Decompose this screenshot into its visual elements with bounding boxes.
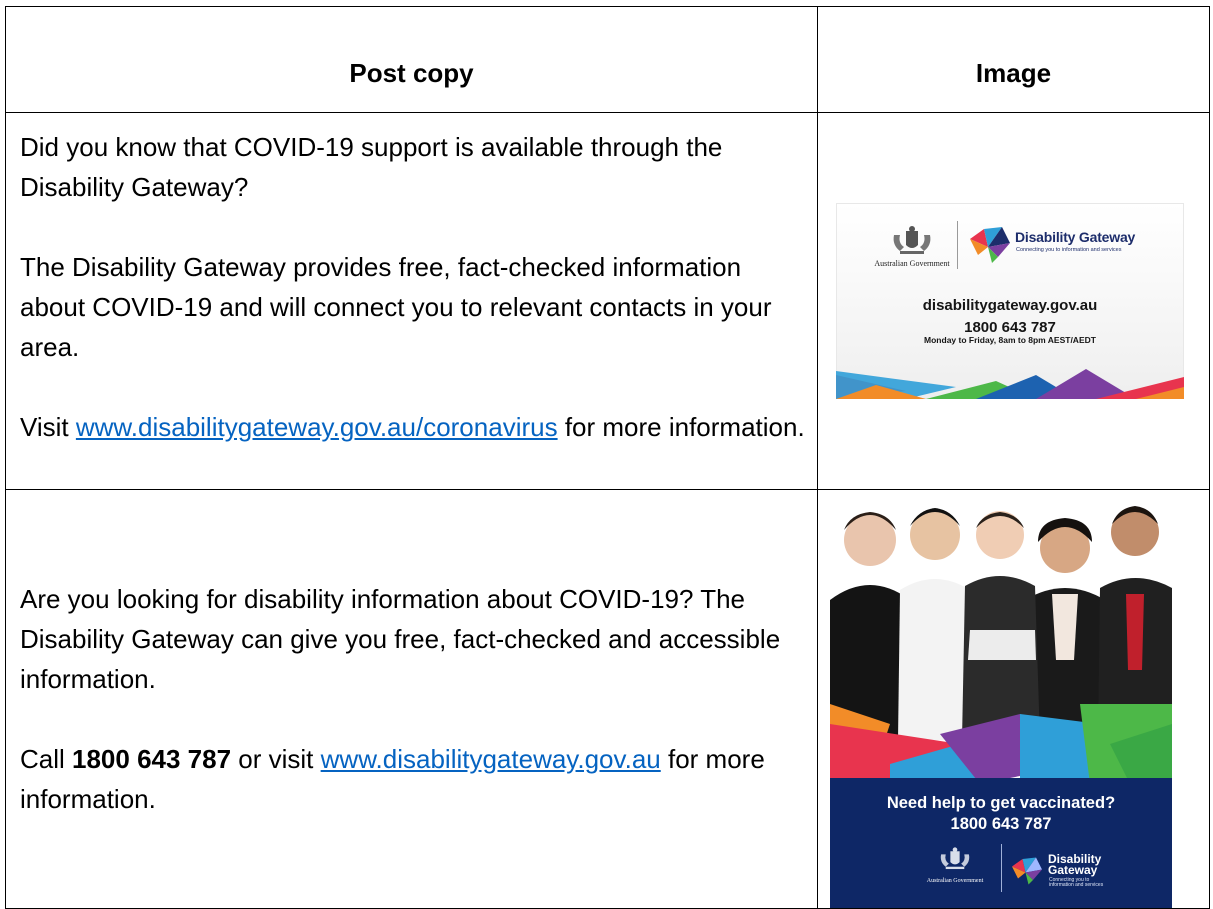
coat-of-arms-icon xyxy=(940,847,970,870)
call-text: Call xyxy=(20,744,73,774)
gov-label: Australian Government xyxy=(874,259,950,268)
banner-hours: Monday to Friday, 8am to 8pm AEST/AEDT xyxy=(924,335,1096,345)
disability-gateway-mark-icon xyxy=(1012,857,1042,885)
banner-url: disabilitygateway.gov.au xyxy=(922,297,1098,314)
coronavirus-link[interactable]: www.disabilitygateway.gov.au/coronavirus xyxy=(76,412,558,442)
brand-tagline: Connecting you to information and service… xyxy=(1049,878,1103,888)
poster-phone: 1800 643 787 xyxy=(950,815,1052,833)
brand-title: Disability Gateway xyxy=(1048,853,1101,877)
poster-headline: Need help to get vaccinated? xyxy=(886,794,1116,812)
vaccination-poster-image: Need help to get vaccinated? 1800 643 78… xyxy=(830,490,1172,908)
logo-divider xyxy=(957,221,958,269)
or-visit-text: or visit xyxy=(231,744,321,774)
brand-title-line: Gateway xyxy=(1048,863,1098,877)
image-cell: Need help to get vaccinated? 1800 643 78… xyxy=(817,489,1210,909)
post-paragraph: Call 1800 643 787 or visit www.disabilit… xyxy=(20,739,807,819)
banner-phone: 1800 643 787 xyxy=(964,319,1056,336)
header-image: Image xyxy=(817,6,1210,113)
post-paragraph: The Disability Gateway provides free, fa… xyxy=(20,252,772,362)
brand-title: Disability Gateway xyxy=(1015,229,1136,245)
decorative-color-band xyxy=(830,704,1172,784)
table-header-row: Post copy Image xyxy=(5,6,1210,113)
decorative-color-band xyxy=(836,369,1184,399)
australian-government-logo: Australian Government xyxy=(910,846,1000,884)
post-copy-cell: Did you know that COVID-19 support is av… xyxy=(5,112,818,490)
australian-government-logo: Australian Government xyxy=(862,225,962,268)
visit-text: Visit xyxy=(20,412,76,442)
table-row: Are you looking for disability informati… xyxy=(5,489,1210,909)
gov-label: Australian Government xyxy=(926,878,984,884)
post-copy-cell: Are you looking for disability informati… xyxy=(5,489,818,909)
image-cell: Australian Government Disability Gateway… xyxy=(817,112,1210,490)
brand-tagline: Connecting you to information and servic… xyxy=(1016,247,1122,253)
post-copy-table: Post copy Image Did you know that COVID-… xyxy=(5,6,1210,909)
logo-divider xyxy=(1001,844,1002,892)
coat-of-arms-icon xyxy=(893,226,931,254)
gateway-link[interactable]: www.disabilitygateway.gov.au xyxy=(321,744,661,774)
disability-gateway-banner-image: Australian Government Disability Gateway… xyxy=(836,203,1184,399)
phone-number: 1800 643 787 xyxy=(72,744,232,774)
table-row: Did you know that COVID-19 support is av… xyxy=(5,112,1210,490)
post-paragraph: Did you know that COVID-19 support is av… xyxy=(20,132,723,202)
post-paragraph: Are you looking for disability informati… xyxy=(20,584,781,694)
brand-tagline-line: information and services xyxy=(1049,882,1104,888)
visit-suffix-text: for more information. xyxy=(557,412,805,442)
disability-gateway-mark-icon xyxy=(970,227,1010,263)
header-post-copy: Post copy xyxy=(5,6,818,113)
group-photo-people xyxy=(830,490,1172,740)
post-paragraph: Visit www.disabilitygateway.gov.au/coron… xyxy=(20,407,807,447)
